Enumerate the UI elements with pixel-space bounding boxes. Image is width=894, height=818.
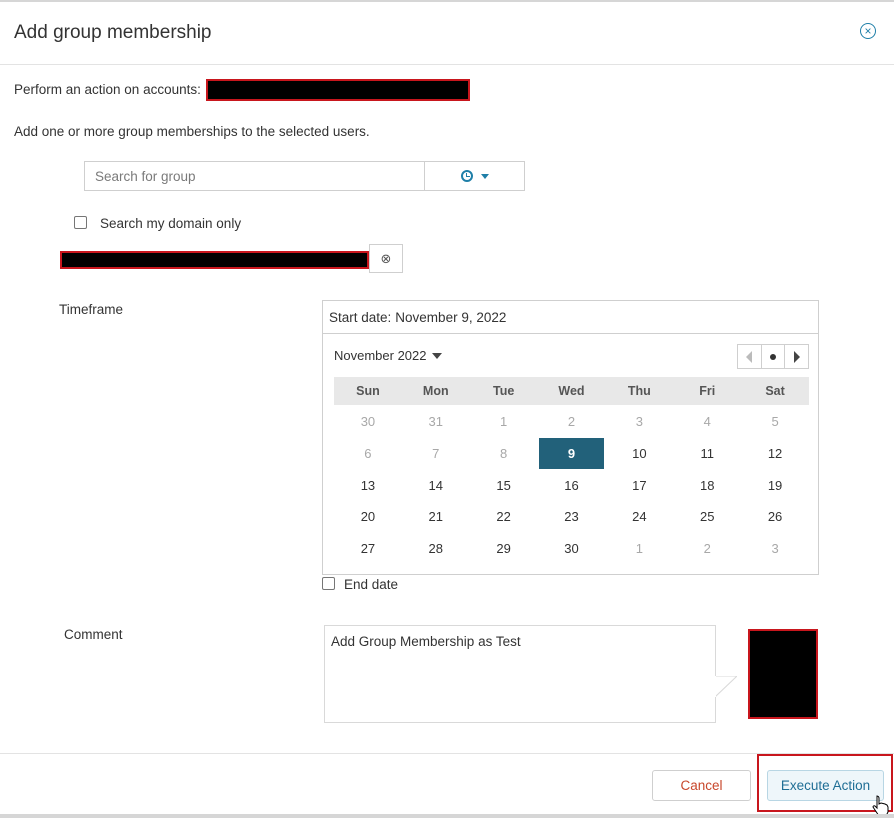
- calendar-day[interactable]: 26: [741, 501, 809, 533]
- execute-action-button[interactable]: Execute Action: [767, 770, 884, 801]
- group-search-input[interactable]: [84, 161, 425, 191]
- close-circle-icon[interactable]: ×: [860, 23, 876, 39]
- calendar-day[interactable]: 19: [741, 469, 809, 501]
- calendar-day[interactable]: 12: [741, 438, 809, 470]
- footer-divider: [0, 753, 894, 754]
- caret-down-icon: [480, 173, 489, 179]
- start-date-field[interactable]: Start date: November 9, 2022: [322, 300, 819, 334]
- calendar-day[interactable]: 17: [605, 469, 673, 501]
- calendar-day[interactable]: 16: [538, 469, 606, 501]
- calendar-day[interactable]: 7: [402, 438, 470, 470]
- calendar-nav: [737, 344, 809, 369]
- weekday-label: Sat: [765, 384, 785, 398]
- calendar-day[interactable]: 5: [741, 406, 809, 438]
- weekday-label: Wed: [558, 384, 585, 398]
- weekday-label: Fri: [699, 384, 716, 398]
- calendar-day[interactable]: 1: [470, 406, 538, 438]
- calendar-day[interactable]: 20: [334, 501, 402, 533]
- calendar-day-selected[interactable]: 9: [538, 437, 605, 470]
- calendar-day[interactable]: 4: [673, 406, 741, 438]
- start-date-prefix: Start date:: [329, 309, 392, 325]
- weekday-label: Tue: [492, 384, 515, 398]
- calendar-day[interactable]: 13: [334, 469, 402, 501]
- calendar-day[interactable]: 14: [402, 469, 470, 501]
- accounts-label: Perform an action on accounts:: [14, 82, 201, 97]
- chevron-right-icon: [793, 350, 800, 363]
- caret-down-icon: [431, 352, 442, 359]
- calendar-day[interactable]: 3: [741, 533, 809, 565]
- calendar-day[interactable]: 27: [334, 533, 402, 565]
- timeframe-label: Timeframe: [59, 302, 124, 317]
- calendar-day[interactable]: 22: [470, 501, 538, 533]
- redacted-selected-group: [60, 251, 369, 269]
- calendar-day[interactable]: 25: [673, 501, 741, 533]
- calendar-day[interactable]: 28: [402, 533, 470, 565]
- prev-month-button[interactable]: [738, 345, 761, 368]
- calendar-day[interactable]: 10: [605, 438, 673, 470]
- chevron-left-icon: [746, 350, 753, 363]
- day-grid: 30 31 1 2 3 4 5 6 7 8 9 10 11 12 13 14 15 16 17 18 19 20 21 22 2…: [334, 406, 809, 564]
- calendar-day[interactable]: 11: [673, 438, 741, 470]
- calendar-day[interactable]: 2: [673, 533, 741, 565]
- remove-circle-icon[interactable]: ⊗: [369, 244, 403, 273]
- calendar-day[interactable]: 30: [334, 406, 402, 438]
- weekday-label: Sun: [356, 384, 380, 398]
- clock-icon: [460, 170, 473, 182]
- dialog-title: Add group membership: [14, 22, 212, 43]
- domain-only-label: Search my domain only: [100, 216, 242, 231]
- redacted-avatar: [748, 629, 818, 719]
- month-label: November 2022: [334, 348, 427, 363]
- next-month-button[interactable]: [784, 345, 808, 368]
- calendar-day[interactable]: 6: [334, 438, 402, 470]
- calendar-day[interactable]: 30: [538, 533, 606, 565]
- bottom-border: [0, 814, 894, 818]
- calendar-day[interactable]: 2: [538, 406, 606, 438]
- calendar-day[interactable]: 31: [402, 406, 470, 438]
- end-date-checkbox[interactable]: [322, 577, 335, 590]
- calendar-day[interactable]: 21: [402, 501, 470, 533]
- comment-label: Comment: [64, 627, 123, 642]
- comment-bubble-tail: [715, 676, 737, 698]
- today-button[interactable]: [760, 345, 785, 368]
- comment-textarea[interactable]: Add Group Membership as Test: [324, 625, 716, 723]
- weekday-header: Sun Mon Tue Wed Thu Fri Sat: [334, 377, 809, 405]
- add-group-membership-dialog: Add group membership × Perform an action…: [0, 0, 894, 818]
- dot-icon: [770, 353, 776, 360]
- calendar-day[interactable]: 24: [605, 501, 673, 533]
- calendar-day[interactable]: 1: [605, 533, 673, 565]
- calendar-day[interactable]: 8: [470, 438, 538, 470]
- weekday-label: Thu: [627, 384, 651, 398]
- redacted-accounts: [206, 79, 470, 101]
- calendar-day[interactable]: 18: [673, 469, 741, 501]
- dialog-header: Add group membership ×: [0, 2, 894, 65]
- calendar-day[interactable]: 3: [605, 406, 673, 438]
- search-scope-dropdown[interactable]: [425, 161, 525, 191]
- calendar-day[interactable]: 15: [470, 469, 538, 501]
- start-date-value: November 9, 2022: [395, 309, 507, 325]
- month-selector[interactable]: November 2022: [334, 348, 442, 363]
- end-date-label: End date: [344, 577, 399, 592]
- calendar-day[interactable]: 23: [538, 501, 606, 533]
- domain-only-checkbox[interactable]: [74, 216, 87, 229]
- instruction-text: Add one or more group memberships to the…: [14, 124, 370, 139]
- calendar-day[interactable]: 29: [470, 533, 538, 565]
- cancel-button[interactable]: Cancel: [652, 770, 751, 801]
- weekday-label: Mon: [422, 384, 449, 398]
- calendar: November 2022 Sun Mon Tue Wed Thu Fri Sat 30 31…: [322, 334, 819, 575]
